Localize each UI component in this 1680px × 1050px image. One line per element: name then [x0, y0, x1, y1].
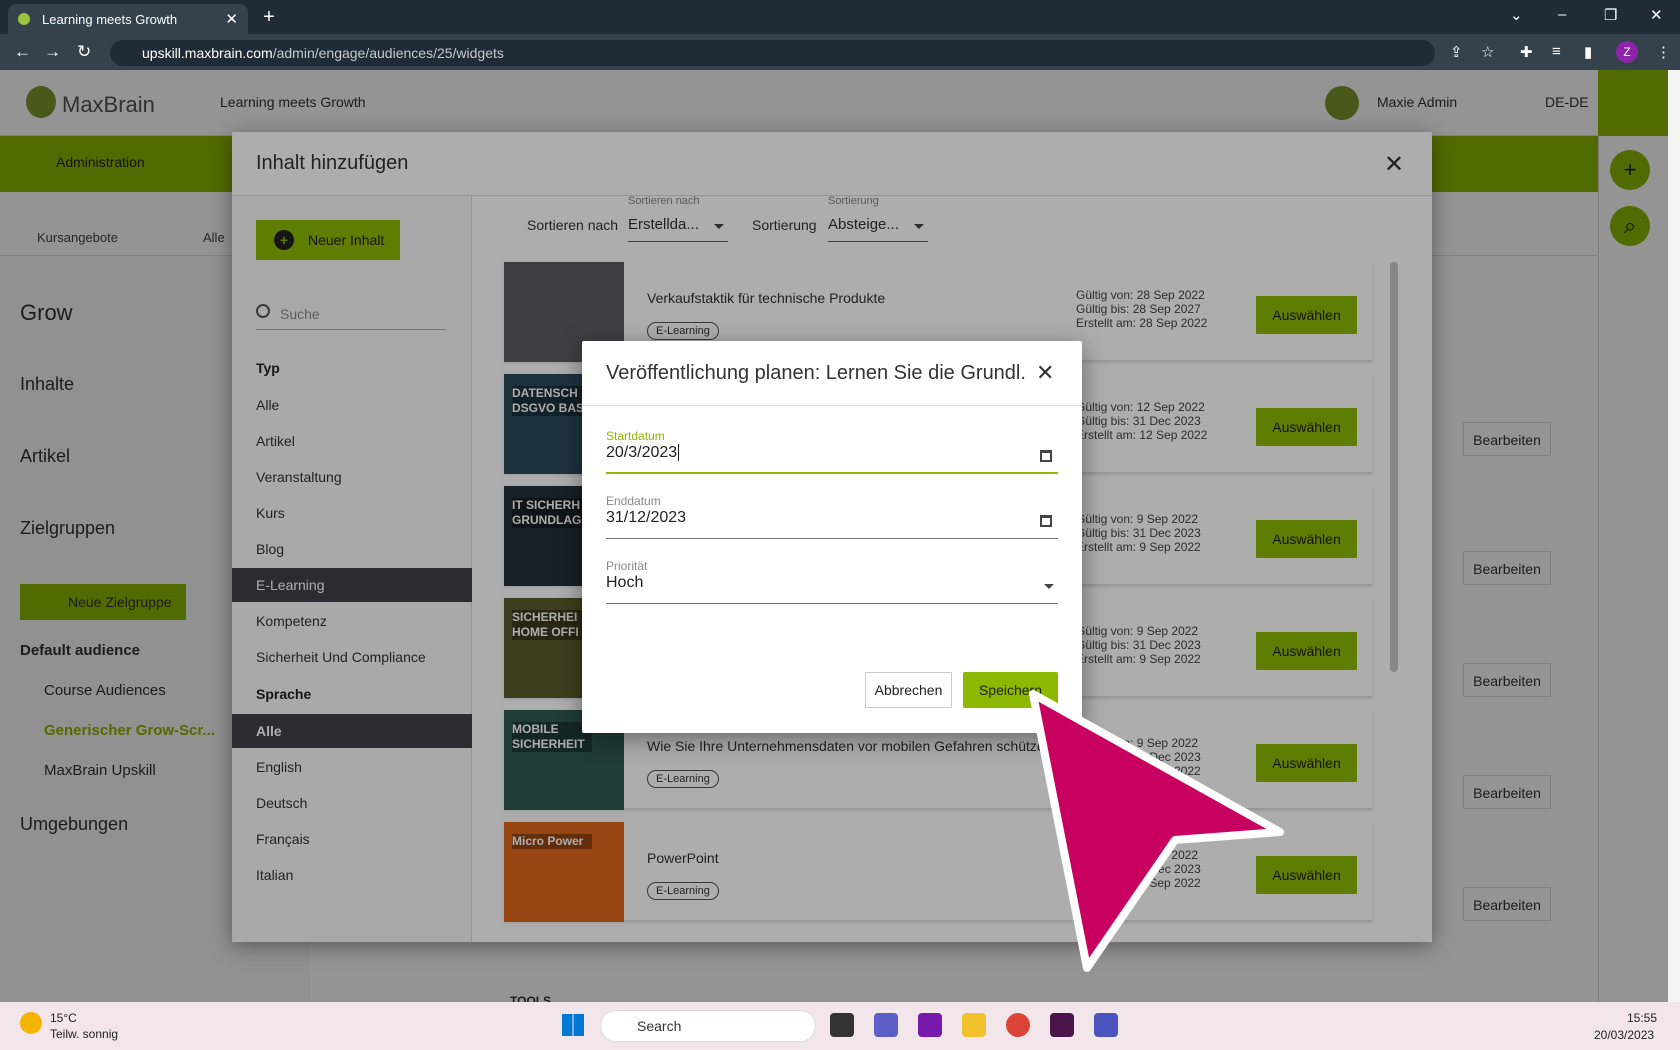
- url-host: upskill.maxbrain.com: [142, 45, 273, 61]
- pointer-arrow-annotation: [1029, 690, 1284, 972]
- start-date-field[interactable]: 20/3/2023: [606, 444, 1058, 474]
- text-cursor: [678, 444, 680, 461]
- browser-tab-bar: [0, 0, 1680, 34]
- weather-icon[interactable]: [20, 1012, 42, 1034]
- url-path: /admin/engage/audiences/25/widgets: [272, 45, 504, 61]
- chrome-icon[interactable]: [1006, 1013, 1030, 1037]
- calendar-icon[interactable]: [1040, 515, 1052, 527]
- dialog-divider: [582, 405, 1082, 406]
- media-icon[interactable]: ≡: [1552, 43, 1561, 60]
- end-date-label: Enddatum: [606, 494, 661, 508]
- browser-menu-icon[interactable]: ⋮: [1656, 43, 1671, 61]
- tab-list-icon[interactable]: ⌄: [1510, 6, 1523, 24]
- task-view-icon[interactable]: [830, 1013, 854, 1037]
- close-window-icon[interactable]: ✕: [1650, 6, 1663, 24]
- teams-icon[interactable]: [1094, 1013, 1118, 1037]
- priority-value: Hoch: [606, 574, 644, 591]
- share-icon[interactable]: ⇪: [1450, 43, 1463, 61]
- teams-chat-icon[interactable]: [874, 1013, 898, 1037]
- favicon-icon: [18, 13, 30, 25]
- dialog-title: Veröffentlichung planen: Lernen Sie die …: [606, 362, 1026, 384]
- file-explorer-icon[interactable]: [962, 1013, 986, 1037]
- start-date-value: 20/3/2023: [606, 444, 678, 461]
- tab-title: Learning meets Growth: [42, 11, 178, 27]
- forward-icon[interactable]: →: [44, 42, 61, 62]
- calendar-icon[interactable]: [1040, 450, 1052, 462]
- browser-tab[interactable]: Learning meets Growth ✕: [8, 4, 248, 34]
- start-date-label: Startdatum: [606, 429, 665, 443]
- chevron-down-icon: [1044, 584, 1054, 589]
- maximize-icon[interactable]: ❐: [1604, 6, 1617, 24]
- back-icon[interactable]: ←: [14, 42, 31, 62]
- clock-date[interactable]: 20/03/2023: [1594, 1028, 1654, 1042]
- clock-time[interactable]: 15:55: [1627, 1011, 1657, 1025]
- extensions-icon[interactable]: ✚: [1520, 43, 1533, 61]
- priority-select[interactable]: Hoch: [606, 574, 1058, 604]
- url-field[interactable]: upskill.maxbrain.com/admin/engage/audien…: [110, 40, 1435, 66]
- bookmark-star-icon[interactable]: ☆: [1481, 43, 1494, 61]
- new-tab-icon[interactable]: +: [257, 6, 281, 30]
- cancel-button[interactable]: Abbrechen: [865, 672, 952, 708]
- priority-label: Priorität: [606, 559, 648, 573]
- taskbar-search[interactable]: Search: [600, 1010, 816, 1042]
- end-date-field[interactable]: 31/12/2023: [606, 509, 1058, 539]
- tab-close-icon[interactable]: ✕: [225, 10, 238, 28]
- dialog-close-icon[interactable]: ✕: [1036, 360, 1054, 386]
- sidepanel-icon[interactable]: ▮: [1584, 43, 1592, 61]
- minimize-icon[interactable]: –: [1558, 6, 1566, 23]
- weather-desc[interactable]: Teilw. sonnig: [50, 1027, 118, 1041]
- weather-temp[interactable]: 15°C: [50, 1011, 77, 1025]
- onenote-icon[interactable]: [918, 1013, 942, 1037]
- slack-icon[interactable]: [1050, 1013, 1074, 1037]
- profile-avatar[interactable]: Z: [1616, 41, 1638, 63]
- windows-start-icon[interactable]: [562, 1014, 584, 1036]
- arrow-shape: [1029, 690, 1284, 972]
- end-date-value: 31/12/2023: [606, 509, 687, 526]
- reload-icon[interactable]: ↻: [77, 42, 91, 62]
